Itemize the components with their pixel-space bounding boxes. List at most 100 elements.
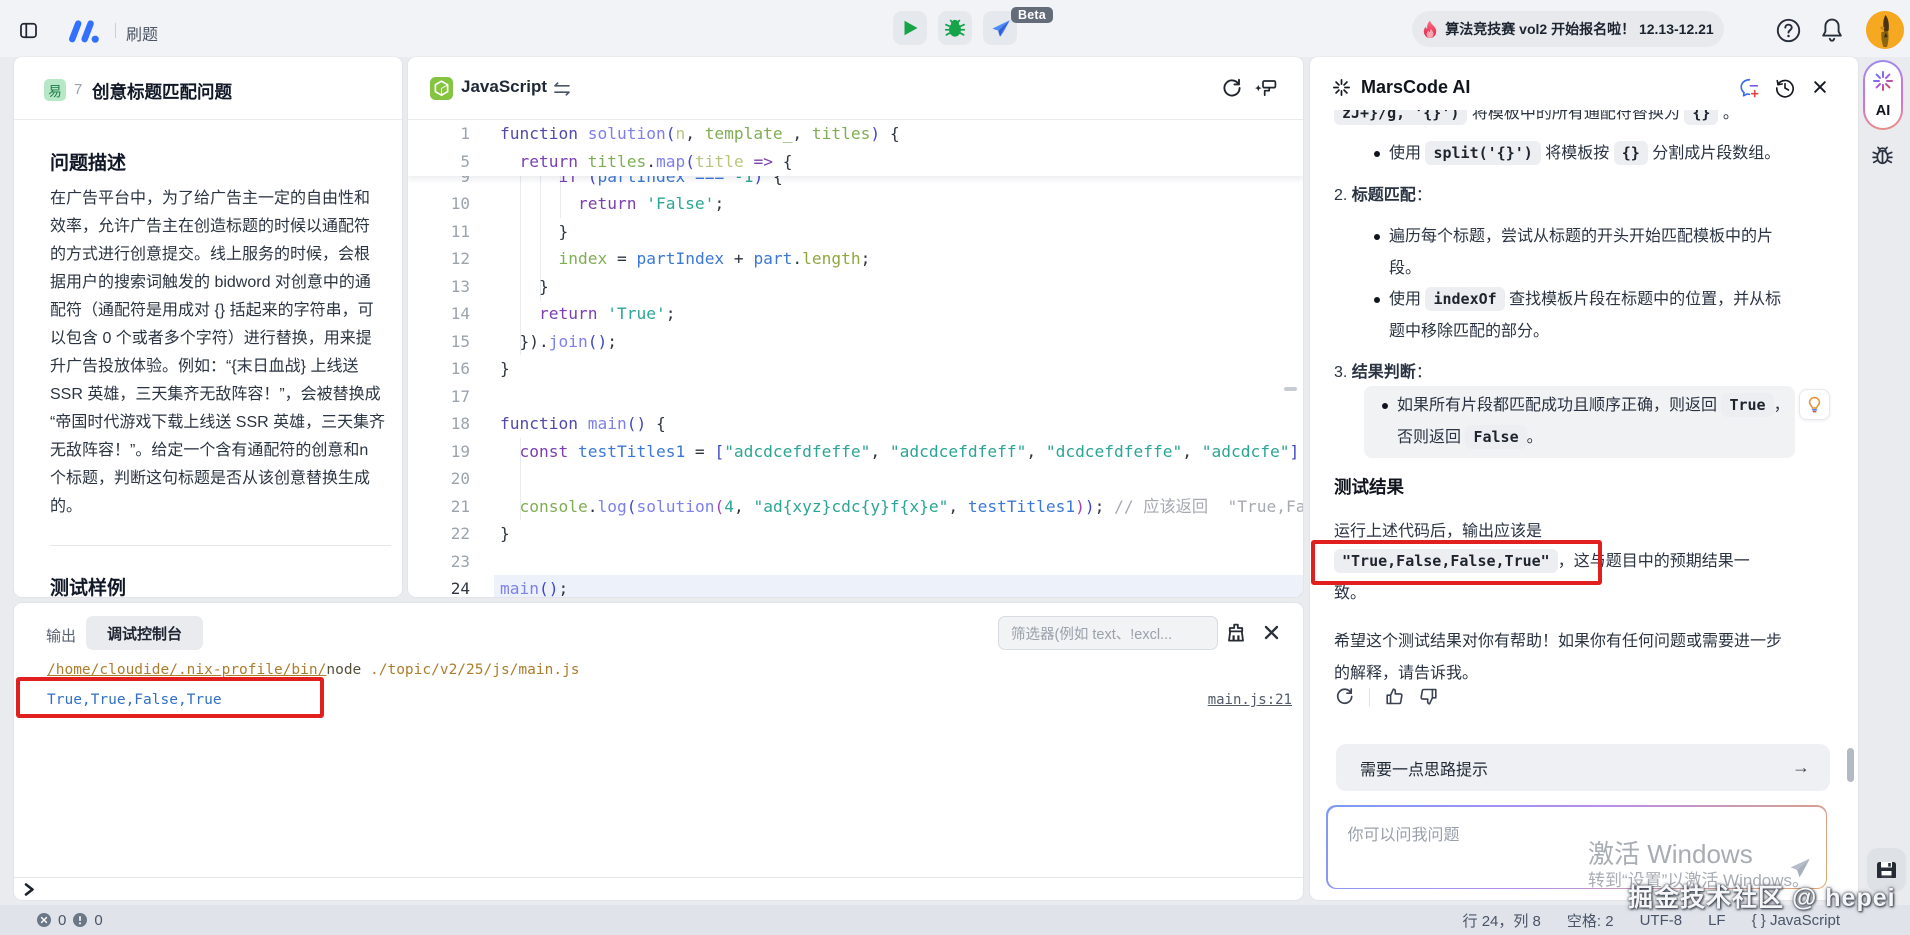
code-line-11[interactable]: 11 } — [408, 218, 1303, 246]
code-text: function solution(n, template_, titles) … — [500, 120, 900, 148]
inline-code-chip: {} — [1684, 110, 1718, 125]
line-number: 15 — [408, 328, 470, 356]
code-line-18[interactable]: 18 function main() { — [408, 410, 1303, 438]
cursor-position[interactable]: 行 24，列 8 — [1463, 910, 1541, 931]
beta-badge: Beta — [1011, 7, 1053, 23]
close-ai-panel-icon[interactable] — [1813, 80, 1827, 94]
bullet-dot — [1374, 234, 1380, 240]
command-path[interactable]: /home/cloudide/.nix-profile/bin/ — [47, 662, 326, 678]
ai-result-heading: 测试结果 — [1334, 474, 1404, 499]
code-line-1[interactable]: 1function solution(n, template_, titles)… — [408, 120, 1303, 148]
run-button[interactable] — [893, 11, 927, 45]
line-number: 16 — [408, 355, 470, 383]
code-area[interactable]: 9 if (partIndex === -1) {10 return 'Fals… — [408, 120, 1303, 597]
annotation-box-expected-output — [1311, 540, 1602, 585]
close-console-icon[interactable] — [1264, 625, 1279, 640]
bell-icon[interactable] — [1820, 17, 1844, 43]
code-text: function main() { — [500, 410, 666, 438]
avatar-illustration — [1866, 11, 1904, 49]
new-chat-icon[interactable] — [1739, 78, 1760, 98]
problem-desc-heading: 问题描述 — [50, 148, 126, 175]
eol-type[interactable]: LF — [1708, 912, 1726, 929]
code-text: main(); — [500, 575, 568, 597]
ai-paragraph: 希望这个测试结果对你有帮助！如果你有任何问题或需要进一步 的解释，请告诉我。 — [1334, 626, 1794, 690]
thumbs-down-icon[interactable] — [1419, 687, 1438, 706]
code-line-19[interactable]: 19 const testTitles1 = ["adcdcefdfeffe",… — [408, 438, 1303, 466]
line-number: 13 — [408, 273, 470, 301]
tab-debug-console[interactable]: 调试控制台 — [86, 616, 203, 650]
code-line-13[interactable]: 13 } — [408, 273, 1303, 301]
code-line-15[interactable]: 15 }).join(); — [408, 328, 1303, 356]
inline-code-chip: indexOf — [1425, 287, 1504, 311]
code-text: } — [500, 218, 568, 246]
format-code-icon[interactable] — [1255, 78, 1277, 98]
problem-number: 7 — [74, 81, 82, 98]
code-text: return 'True'; — [500, 300, 675, 328]
code-text: console.log(solution(4, "ad{xyz}cdc{y}f{… — [500, 493, 1303, 521]
ai-list-item: 使用 split('{}') 将模板按 {} 分割成片段数组。 — [1334, 138, 1794, 170]
inline-code-chip: False — [1465, 425, 1526, 449]
code-line-23[interactable]: 23 — [408, 548, 1303, 576]
code-line-21[interactable]: 21 console.log(solution(4, "ad{xyz}cdc{y… — [408, 493, 1303, 521]
code-line-24[interactable]: 24 main(); — [408, 575, 1303, 597]
console-filter-input[interactable]: 筛选器(例如 text、!excl... — [998, 616, 1218, 650]
indentation[interactable]: 空格: 2 — [1567, 910, 1614, 931]
marscode-ai-icon — [1333, 79, 1350, 96]
regenerate-icon[interactable] — [1335, 687, 1354, 706]
code-line-16[interactable]: 16} — [408, 355, 1303, 383]
warnings-count[interactable]: 0 — [94, 912, 102, 929]
problem-header: 易 7 创意标题匹配问题 — [14, 57, 402, 120]
code-text: } — [500, 355, 510, 383]
console-source-link[interactable]: main.js:21 — [1208, 690, 1292, 711]
ai-sidebar-button[interactable]: AI — [1863, 60, 1903, 130]
ai-numbered-heading: 3. 结果判断： — [1334, 357, 1794, 389]
code-text: } — [500, 273, 549, 301]
status-bar: 0 0 行 24，列 8 空格: 2 UTF-8 LF { } JavaScri… — [0, 905, 1910, 935]
app: 刷题 Beta 算法竞技赛 vol2 开始报名啦！ 12.13-12.21 易 … — [0, 0, 1910, 935]
encoding[interactable]: UTF-8 — [1640, 912, 1683, 929]
ai-list-item: 遍历每个标题，尝试从标题的开头开始匹配模板中的片 段。 — [1334, 221, 1794, 285]
code-line-5[interactable]: 5 return titles.map(title => { — [408, 148, 1303, 176]
clear-console-icon[interactable] — [1226, 623, 1246, 643]
brand-divider — [115, 23, 116, 38]
debug-button[interactable] — [938, 11, 972, 45]
sidebar-toggle-icon[interactable] — [19, 21, 38, 40]
tab-output[interactable]: 输出 — [46, 625, 76, 646]
avatar[interactable] — [1866, 11, 1904, 49]
problems-summary[interactable]: 0 0 — [37, 905, 103, 935]
hint-suggestion-button[interactable]: 需要一点思路提示 → — [1336, 744, 1830, 791]
ai-highlight-block: 如果所有片段都匹配成功且顺序正确，则返回 True， 否则返回 False。 — [1364, 386, 1795, 458]
code-line-22[interactable]: 22} — [408, 520, 1303, 548]
code-text: } — [500, 520, 510, 548]
line-number: 18 — [408, 410, 470, 438]
ai-message-actions — [1335, 687, 1438, 706]
line-number: 24 — [408, 575, 470, 597]
language-mode[interactable]: { } JavaScript — [1752, 912, 1840, 929]
code-line-20[interactable]: 20 — [408, 465, 1303, 493]
play-icon — [902, 19, 919, 37]
line-number: 23 — [408, 548, 470, 576]
braces-icon: { } — [1752, 912, 1766, 929]
notification-text: 算法竞技赛 vol2 开始报名啦！ 12.13-12.21 — [1445, 19, 1713, 39]
code-line-10[interactable]: 10 return 'False'; — [408, 190, 1303, 218]
ai-scrollbar-thumb[interactable] — [1847, 748, 1854, 782]
issue-report-icon[interactable] — [1871, 144, 1894, 167]
code-line-14[interactable]: 14 return 'True'; — [408, 300, 1303, 328]
errors-count[interactable]: 0 — [58, 912, 66, 929]
thumbs-up-icon[interactable] — [1385, 687, 1404, 706]
help-icon[interactable] — [1776, 18, 1801, 43]
bullet-dot — [1382, 403, 1388, 409]
marscode-logo[interactable] — [66, 19, 104, 44]
history-icon[interactable] — [1775, 78, 1795, 98]
insight-button[interactable] — [1799, 389, 1830, 420]
reset-code-icon[interactable] — [1222, 78, 1242, 98]
code-line-17[interactable]: 17 — [408, 383, 1303, 411]
code-line-12[interactable]: 12 index = partIndex + part.length; — [408, 245, 1303, 273]
ai-panel-header: MarsCode AI — [1310, 57, 1858, 110]
notification-banner[interactable]: 算法竞技赛 vol2 开始报名啦！ 12.13-12.21 — [1412, 11, 1724, 47]
paper-plane-icon — [990, 18, 1011, 39]
ai-paragraph: zJ+}/g, '{}') 将模板中的所有通配符替换为 {} 。 — [1334, 110, 1794, 130]
swap-language-icon[interactable] — [554, 82, 570, 96]
console-prompt-icon[interactable] — [23, 883, 36, 896]
hint-suggestion-label: 需要一点思路提示 — [1360, 756, 1488, 780]
